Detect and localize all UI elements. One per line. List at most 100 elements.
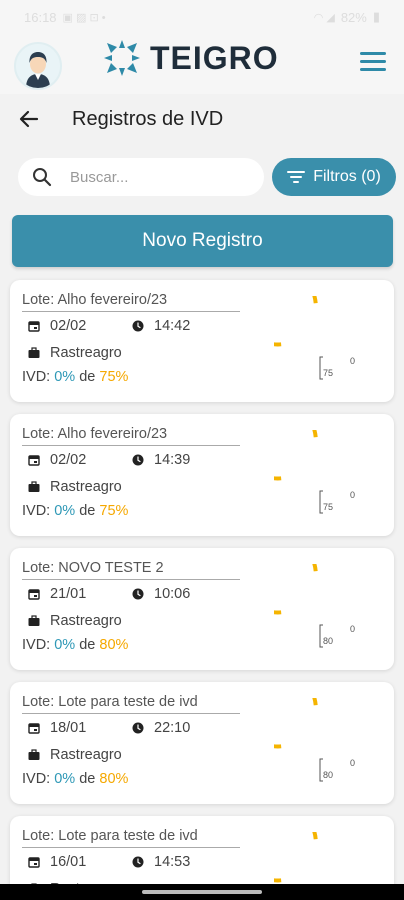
clock-icon [132, 454, 144, 466]
status-bar: 16:18 ▣ ▨ ⊡ • ◠ ◢ 82% ▮ [0, 0, 404, 34]
company-text: Rastreagro [50, 345, 122, 361]
record-company: Rastreagro [28, 613, 122, 629]
date-text: 18/01 [50, 720, 87, 736]
new-record-label: Novo Registro [142, 230, 263, 251]
gauge-value-label: 0 [350, 490, 355, 500]
date-text: 16/01 [50, 854, 87, 870]
date-text: 21/01 [50, 586, 87, 602]
briefcase-icon [28, 615, 40, 626]
record-time: 14:53 [132, 854, 190, 870]
clock-icon [132, 856, 144, 868]
gauge-arc [274, 698, 318, 749]
record-company: Rastreagro [28, 345, 122, 361]
ivd-gauge: 80 0 [274, 698, 355, 782]
lote-name: Lote: Alho fevereiro/23 [22, 292, 168, 308]
record-company: Rastreagro [28, 747, 122, 763]
home-handle[interactable] [142, 890, 262, 894]
gauge-max-label: 75 [323, 502, 333, 512]
ivd-current: 0% [54, 503, 76, 519]
record-date: 18/01 [28, 720, 86, 736]
lote-name: Lote: Alho fevereiro/23 [22, 426, 168, 442]
clock-icon [132, 320, 144, 332]
ivd-target: 80% [99, 771, 129, 787]
ivd-prefix: IVD: [22, 637, 51, 653]
calendar-icon [28, 321, 40, 332]
record-date: 21/01 [28, 586, 86, 602]
search-input[interactable] [70, 168, 230, 186]
lote-divider [22, 445, 240, 446]
time-text: 14:42 [154, 318, 191, 334]
ivd-prefix: IVD: [22, 503, 51, 519]
gauge-arc [274, 296, 318, 347]
gauge-value-label: 0 [350, 624, 355, 634]
time-text: 14:53 [154, 854, 191, 870]
lote-name: Lote: Lote para teste de ivd [22, 828, 198, 844]
briefcase-icon [28, 347, 40, 358]
status-time: 16:18 [24, 9, 57, 25]
lote-name: Lote: NOVO TESTE 2 [22, 560, 164, 576]
calendar-icon [28, 589, 40, 600]
ivd-prefix: IVD: [22, 771, 51, 787]
ivd-summary: IVD: 0% de 80% [22, 637, 128, 653]
filters-button[interactable]: Filtros (0) [272, 158, 396, 196]
record-time: 14:39 [132, 452, 190, 468]
lote-name: Lote: Lote para teste de ivd [22, 694, 198, 710]
system-nav-bar [0, 884, 404, 900]
briefcase-icon [28, 481, 40, 492]
ivd-of: de [79, 369, 96, 385]
lote-divider [22, 713, 240, 714]
lote-divider [22, 847, 240, 848]
record-company: Rastreagro [28, 479, 122, 495]
ivd-of: de [79, 503, 96, 519]
ivd-target: 75% [99, 369, 129, 385]
company-text: Rastreagro [50, 747, 122, 763]
record-time: 10:06 [132, 586, 190, 602]
record-card[interactable]: Lote: Alho fevereiro/23 02/02 14:39 Rast… [10, 414, 394, 536]
record-date: 02/02 [28, 318, 86, 334]
clock-icon [132, 722, 144, 734]
ivd-gauge: 80 0 [274, 564, 355, 648]
clock-icon [132, 588, 144, 600]
lote-divider [22, 579, 240, 580]
time-text: 14:39 [154, 452, 191, 468]
hamburger-menu-icon[interactable] [360, 52, 386, 74]
company-text: Rastreagro [50, 613, 122, 629]
new-record-button[interactable]: Novo Registro [12, 215, 393, 267]
record-date: 02/02 [28, 452, 86, 468]
ivd-gauge: 75 0 [274, 296, 355, 380]
record-card[interactable]: Lote: Alho fevereiro/23 02/02 14:42 Rast… [10, 280, 394, 402]
notification-icons: ▣ ▨ ⊡ • [62, 11, 106, 24]
app-header: TEIGRO [0, 34, 404, 94]
lote-divider [22, 311, 240, 312]
ivd-of: de [79, 771, 96, 787]
gauge-max-label: 80 [323, 636, 333, 646]
ivd-gauge: 75 0 [274, 430, 355, 514]
teigro-logo-icon [104, 40, 140, 76]
brand-logo: TEIGRO [102, 36, 279, 80]
record-card[interactable]: Lote: Lote para teste de ivd 18/01 22:10… [10, 682, 394, 804]
gauge-max-label: 80 [323, 770, 333, 780]
brand-name: TEIGRO [150, 39, 279, 76]
ivd-current: 0% [54, 369, 76, 385]
calendar-icon [28, 455, 40, 466]
status-left: 16:18 ▣ ▨ ⊡ • [24, 10, 106, 25]
wifi-icon: ◠ ◢ [313, 11, 335, 24]
gauge-arc [274, 430, 318, 481]
ivd-target: 75% [99, 503, 129, 519]
gauge-value-label: 0 [350, 758, 355, 768]
ivd-current: 0% [54, 771, 76, 787]
filter-icon [287, 171, 306, 183]
avatar-icon [16, 44, 60, 88]
back-arrow-icon[interactable] [16, 106, 42, 132]
title-bar: Registros de IVD [0, 94, 404, 146]
company-text: Rastreagro [50, 479, 122, 495]
record-card[interactable]: Lote: NOVO TESTE 2 21/01 10:06 Rastreagr… [10, 548, 394, 670]
ivd-prefix: IVD: [22, 369, 51, 385]
filters-label: Filtros (0) [313, 168, 381, 185]
status-right: ◠ ◢ 82% ▮ [314, 9, 380, 25]
ivd-current: 0% [54, 637, 76, 653]
user-avatar[interactable] [14, 42, 62, 90]
date-text: 02/02 [50, 318, 87, 334]
search-bar[interactable] [18, 158, 264, 196]
calendar-icon [28, 723, 40, 734]
